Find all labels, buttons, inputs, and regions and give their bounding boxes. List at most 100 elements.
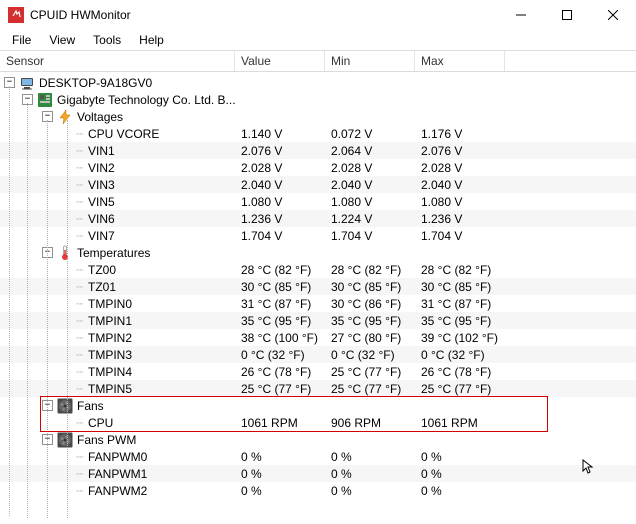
tree-leaf-connector: ┈ xyxy=(76,450,88,464)
sensor-max: 1.704 V xyxy=(415,229,505,243)
sensor-row[interactable]: ┈ FANPWM1 0 % 0 % 0 % xyxy=(0,465,636,482)
sensor-value: 1.080 V xyxy=(235,195,325,209)
tree-toggle[interactable]: − xyxy=(42,111,53,122)
sensor-row[interactable]: ┈ VIN1 2.076 V 2.064 V 2.076 V xyxy=(0,142,636,159)
tree-root[interactable]: − DESKTOP-9A18GV0 xyxy=(0,74,636,91)
mobo-icon xyxy=(37,92,53,108)
sensor-row[interactable]: ┈ FANPWM0 0 % 0 % 0 % xyxy=(0,448,636,465)
sensor-min: 0 °C (32 °F) xyxy=(325,348,415,362)
sensor-min: 2.040 V xyxy=(325,178,415,192)
menu-view[interactable]: View xyxy=(41,31,83,49)
col-value[interactable]: Value xyxy=(235,51,325,71)
menu-file[interactable]: File xyxy=(4,31,39,49)
sensor-row[interactable]: ┈ TMPIN3 0 °C (32 °F) 0 °C (32 °F) 0 °C … xyxy=(0,346,636,363)
sensor-max: 25 °C (77 °F) xyxy=(415,382,505,396)
sensor-tree[interactable]: − DESKTOP-9A18GV0 − Gigabyte Technology … xyxy=(0,72,636,499)
sensor-name: VIN6 xyxy=(88,212,119,226)
sensor-min: 30 °C (85 °F) xyxy=(325,280,415,294)
sensor-max: 1.236 V xyxy=(415,212,505,226)
sensor-name: TZ01 xyxy=(88,280,120,294)
tree-label: Temperatures xyxy=(77,246,154,260)
tree-leaf-connector: ┈ xyxy=(76,348,88,362)
tree-toggle[interactable]: − xyxy=(42,434,53,445)
group-voltages[interactable]: − Voltages xyxy=(0,108,636,125)
sensor-min: 0 % xyxy=(325,467,415,481)
sensor-row[interactable]: ┈ VIN5 1.080 V 1.080 V 1.080 V xyxy=(0,193,636,210)
sensor-name: VIN2 xyxy=(88,161,119,175)
sensor-row[interactable]: ┈ TMPIN1 35 °C (95 °F) 35 °C (95 °F) 35 … xyxy=(0,312,636,329)
sensor-max: 0 % xyxy=(415,467,505,481)
tree-toggle[interactable]: − xyxy=(22,94,33,105)
tree-label: Fans xyxy=(77,399,108,413)
sensor-max: 39 °C (102 °F) xyxy=(415,331,505,345)
titlebar[interactable]: CPUID HWMonitor xyxy=(0,0,636,30)
col-max[interactable]: Max xyxy=(415,51,505,71)
sensor-row[interactable]: ┈ VIN7 1.704 V 1.704 V 1.704 V xyxy=(0,227,636,244)
sensor-name: TMPIN1 xyxy=(88,314,136,328)
sensor-row[interactable]: ┈ VIN2 2.028 V 2.028 V 2.028 V xyxy=(0,159,636,176)
menu-help[interactable]: Help xyxy=(131,31,172,49)
sensor-max: 2.028 V xyxy=(415,161,505,175)
sensor-min: 27 °C (80 °F) xyxy=(325,331,415,345)
tree-leaf-connector: ┈ xyxy=(76,144,88,158)
sensor-value: 25 °C (77 °F) xyxy=(235,382,325,396)
col-sensor[interactable]: Sensor xyxy=(0,51,235,71)
window-title: CPUID HWMonitor xyxy=(30,8,131,22)
tree-leaf-connector: ┈ xyxy=(76,382,88,396)
close-button[interactable] xyxy=(590,0,636,30)
temp-icon xyxy=(57,245,73,261)
group-fanspwm[interactable]: − Fans PWM xyxy=(0,431,636,448)
sensor-row[interactable]: ┈ TZ01 30 °C (85 °F) 30 °C (85 °F) 30 °C… xyxy=(0,278,636,295)
column-header: Sensor Value Min Max xyxy=(0,50,636,72)
tree-leaf-connector: ┈ xyxy=(76,161,88,175)
tree-leaf-connector: ┈ xyxy=(76,467,88,481)
sensor-row[interactable]: ┈ VIN6 1.236 V 1.224 V 1.236 V xyxy=(0,210,636,227)
sensor-max: 1061 RPM xyxy=(415,416,505,430)
sensor-name: VIN1 xyxy=(88,144,119,158)
sensor-name: FANPWM0 xyxy=(88,450,151,464)
sensor-row[interactable]: ┈ TMPIN4 26 °C (78 °F) 25 °C (77 °F) 26 … xyxy=(0,363,636,380)
sensor-row[interactable]: ┈ TZ00 28 °C (82 °F) 28 °C (82 °F) 28 °C… xyxy=(0,261,636,278)
tree-leaf-connector: ┈ xyxy=(76,195,88,209)
menubar: File View Tools Help xyxy=(0,30,636,50)
sensor-name: VIN7 xyxy=(88,229,119,243)
sensor-row[interactable]: ┈ TMPIN2 38 °C (100 °F) 27 °C (80 °F) 39… xyxy=(0,329,636,346)
tree-leaf-connector: ┈ xyxy=(76,280,88,294)
tree-label: Fans PWM xyxy=(77,433,140,447)
minimize-button[interactable] xyxy=(498,0,544,30)
menu-tools[interactable]: Tools xyxy=(85,31,129,49)
tree-toggle[interactable]: − xyxy=(42,400,53,411)
sensor-name: FANPWM2 xyxy=(88,484,151,498)
tree-leaf-connector: ┈ xyxy=(76,297,88,311)
sensor-value: 31 °C (87 °F) xyxy=(235,297,325,311)
sensor-value: 0 °C (32 °F) xyxy=(235,348,325,362)
sensor-name: FANPWM1 xyxy=(88,467,151,481)
sensor-row[interactable]: ┈ TMPIN0 31 °C (87 °F) 30 °C (86 °F) 31 … xyxy=(0,295,636,312)
sensor-value: 1.236 V xyxy=(235,212,325,226)
sensor-row[interactable]: ┈ CPU VCORE 1.140 V 0.072 V 1.176 V xyxy=(0,125,636,142)
tree-toggle[interactable]: − xyxy=(42,247,53,258)
sensor-row[interactable]: ┈ FANPWM2 0 % 0 % 0 % xyxy=(0,482,636,499)
sensor-row[interactable]: ┈ TMPIN5 25 °C (77 °F) 25 °C (77 °F) 25 … xyxy=(0,380,636,397)
sensor-max: 35 °C (95 °F) xyxy=(415,314,505,328)
sensor-value: 2.076 V xyxy=(235,144,325,158)
sensor-min: 35 °C (95 °F) xyxy=(325,314,415,328)
sensor-value: 0 % xyxy=(235,484,325,498)
sensor-name: TMPIN3 xyxy=(88,348,136,362)
sensor-row[interactable]: ┈ VIN3 2.040 V 2.040 V 2.040 V xyxy=(0,176,636,193)
sensor-row[interactable]: ┈ CPU 1061 RPM 906 RPM 1061 RPM xyxy=(0,414,636,431)
sensor-min: 1.704 V xyxy=(325,229,415,243)
group-fans[interactable]: − Fans xyxy=(0,397,636,414)
tree-toggle[interactable]: − xyxy=(4,77,15,88)
col-min[interactable]: Min xyxy=(325,51,415,71)
tree-mobo[interactable]: − Gigabyte Technology Co. Ltd. B... xyxy=(0,91,636,108)
maximize-button[interactable] xyxy=(544,0,590,30)
computer-icon xyxy=(19,75,35,91)
sensor-max: 2.076 V xyxy=(415,144,505,158)
sensor-name: CPU xyxy=(88,416,117,430)
tree-leaf-connector: ┈ xyxy=(76,365,88,379)
sensor-max: 28 °C (82 °F) xyxy=(415,263,505,277)
tree-leaf-connector: ┈ xyxy=(76,484,88,498)
group-temperatures[interactable]: − Temperatures xyxy=(0,244,636,261)
sensor-value: 0 % xyxy=(235,450,325,464)
